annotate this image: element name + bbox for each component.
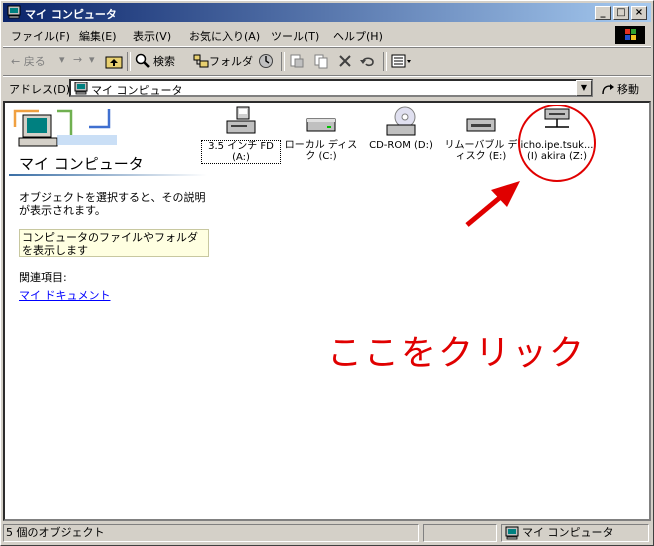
related-label: 関連項目: [19, 271, 67, 284]
menu-view[interactable]: 表示(V) [133, 28, 171, 44]
views-icon[interactable] [391, 53, 413, 69]
windows-logo [615, 26, 645, 44]
go-button[interactable]: 移動 [617, 81, 639, 97]
folders-button[interactable]: フォルダ [209, 53, 253, 69]
back-button[interactable]: ← 戻る [11, 53, 46, 69]
status-zone-label: マイ コンピュータ [522, 526, 614, 539]
my-documents-link[interactable]: マイ ドキュメント [19, 287, 111, 303]
forward-dropdown-icon[interactable]: ▾ [89, 53, 95, 66]
toolbar-separator [127, 52, 131, 71]
window: マイ コンピュータ _ □ × ファイル(F) 編集(E) 表示(V) お気に入… [0, 0, 654, 546]
forward-button[interactable]: → [73, 53, 82, 66]
left-pane-info: コンピュータのファイルやフォルダを表示します [19, 229, 209, 257]
left-pane-description: オブジェクトを選択すると、その説明が表示されます。 [19, 191, 206, 217]
left-pane-title: マイ コンピュータ [19, 155, 144, 173]
back-dropdown-icon[interactable]: ▾ [59, 53, 65, 66]
menu-favorites[interactable]: お気に入り(A) [189, 28, 260, 44]
annotation-arrow [465, 193, 505, 227]
status-bar: 5 個のオブジェクト マイ コンピュータ [3, 523, 651, 543]
drive-cdrom-d[interactable]: CD-ROM (D:) [361, 105, 441, 151]
menu-edit[interactable]: 編集(E) [79, 28, 117, 44]
my-computer-icon [7, 5, 21, 19]
menu-tools[interactable]: ツール(T) [271, 28, 319, 44]
maximize-button[interactable]: □ [613, 6, 629, 20]
my-computer-icon [74, 82, 88, 95]
annotation-text: ここをクリック [327, 334, 587, 374]
history-icon[interactable] [257, 53, 275, 69]
address-input[interactable]: マイ コンピュータ [69, 79, 593, 97]
address-bar: アドレス(D) マイ コンピュータ ▼ 移動 [3, 75, 651, 100]
status-count: 5 個のオブジェクト [3, 524, 419, 542]
left-pane-divider [9, 174, 207, 176]
my-computer-banner-icon [13, 109, 117, 147]
folders-icon [193, 54, 209, 68]
menu-help[interactable]: ヘルプ(H) [333, 28, 383, 44]
up-folder-icon[interactable] [105, 53, 123, 69]
cdrom-icon [386, 106, 416, 136]
move-to-icon[interactable] [289, 53, 305, 69]
drive-floppy-a[interactable]: 3.5 インチ FD (A:) [201, 105, 281, 164]
annotation-overlay [465, 105, 596, 227]
hard-disk-icon [306, 118, 336, 132]
toolbar-separator [281, 52, 285, 71]
address-dropdown-button[interactable]: ▼ [576, 80, 592, 96]
drive-label: ローカル ディスク (C:) [284, 140, 358, 162]
search-icon [135, 53, 150, 68]
title-bar[interactable]: マイ コンピュータ _ □ × [3, 3, 651, 22]
toolbar-separator [383, 52, 387, 71]
copy-to-icon[interactable] [313, 53, 329, 69]
content-area: マイ コンピュータ オブジェクトを選択すると、その説明が表示されます。 コンピュ… [3, 101, 651, 521]
menu-bar: ファイル(F) 編集(E) 表示(V) お気に入り(A) ツール(T) ヘルプ(… [3, 24, 651, 47]
my-computer-icon [505, 526, 519, 540]
go-arrow-icon [602, 84, 614, 95]
delete-icon[interactable] [337, 53, 353, 69]
window-title: マイ コンピュータ [25, 8, 117, 21]
address-label: アドレス(D) [9, 83, 71, 96]
drive-label: CD-ROM (D:) [369, 140, 433, 151]
menu-file[interactable]: ファイル(F) [11, 28, 70, 44]
toolbar: ← 戻る ▾ → ▾ 検索 フォルダ [3, 49, 651, 73]
annotation-circle [518, 105, 596, 182]
floppy-drive-icon [226, 106, 256, 134]
drive-local-c[interactable]: ローカル ディスク (C:) [281, 105, 361, 162]
minimize-button[interactable]: _ [595, 6, 611, 20]
close-button[interactable]: × [631, 6, 647, 20]
search-button[interactable]: 検索 [153, 53, 175, 69]
drive-label: 3.5 インチ FD (A:) [201, 140, 281, 164]
address-value: マイ コンピュータ [91, 84, 183, 97]
undo-icon[interactable] [359, 53, 377, 69]
status-empty [423, 524, 497, 542]
status-zone: マイ コンピュータ [501, 524, 649, 542]
